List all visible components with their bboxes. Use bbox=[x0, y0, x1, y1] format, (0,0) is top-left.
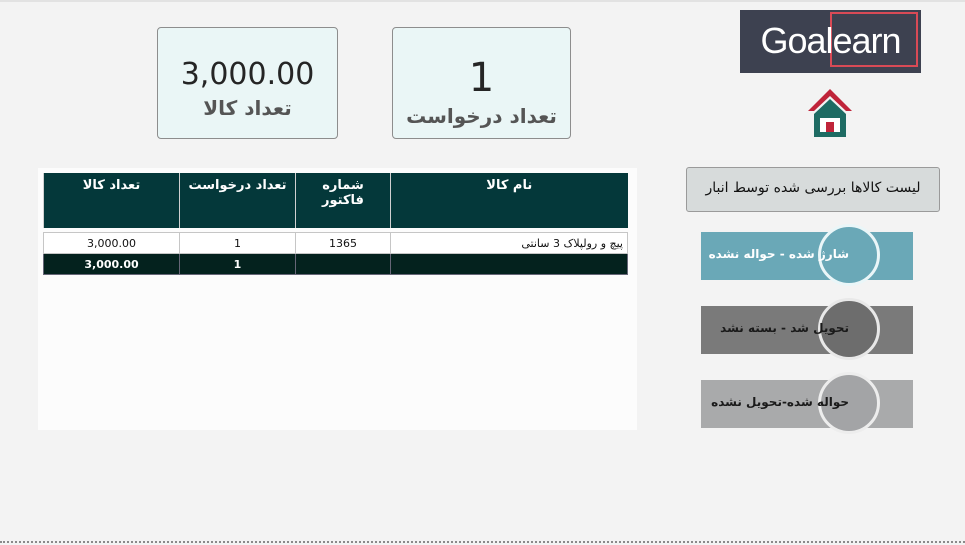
panel-title: لیست کالاها بررسی شده توسط انبار bbox=[686, 167, 940, 212]
status-label: تحویل شد - بسته نشد bbox=[720, 321, 849, 335]
total-request-count: 1 bbox=[179, 253, 296, 275]
kpi-total-quantity-value: 3,000.00 bbox=[180, 57, 315, 92]
cell-quantity: 3,000.00 bbox=[43, 232, 180, 254]
items-table-card: نام کالا شماره فاکتور تعداد درخواست تعدا… bbox=[38, 168, 637, 430]
col-header-quantity[interactable]: تعداد کالا bbox=[43, 173, 180, 228]
table-header-row: نام کالا شماره فاکتور تعداد درخواست تعدا… bbox=[43, 173, 628, 228]
cell-item-name: پیچ و رولپلاک 3 سانتی bbox=[390, 232, 628, 254]
goalearn-logo: Goalearn bbox=[740, 10, 921, 73]
status-label: شارژ شده - حواله نشده bbox=[708, 247, 849, 261]
table-row[interactable]: پیچ و رولپلاک 3 سانتی 1365 1 3,000.00 bbox=[43, 232, 628, 254]
kpi-request-count-value: 1 bbox=[468, 55, 495, 101]
status-button-transferred-not-delivered[interactable]: حواله شده-تحویل نشده bbox=[701, 372, 913, 434]
kpi-total-quantity-label: تعداد کالا bbox=[203, 96, 292, 120]
total-quantity: 3,000.00 bbox=[43, 253, 180, 275]
col-header-request-count[interactable]: تعداد درخواست bbox=[179, 173, 296, 228]
home-icon[interactable] bbox=[806, 87, 854, 139]
bottom-border bbox=[0, 541, 965, 543]
status-button-delivered-not-closed[interactable]: تحویل شد - بسته نشد bbox=[701, 298, 913, 360]
logo-text: Goalearn bbox=[760, 20, 901, 61]
kpi-card-total-quantity: 3,000.00 تعداد کالا bbox=[157, 27, 338, 139]
total-cell-empty bbox=[295, 253, 391, 275]
kpi-card-request-count: 1 تعداد درخواست bbox=[392, 27, 571, 139]
cell-request-count: 1 bbox=[179, 232, 296, 254]
items-table: نام کالا شماره فاکتور تعداد درخواست تعدا… bbox=[43, 173, 628, 275]
col-header-item-name[interactable]: نام کالا bbox=[390, 173, 628, 228]
status-label: حواله شده-تحویل نشده bbox=[711, 395, 849, 409]
kpi-request-count-label: تعداد درخواست bbox=[406, 104, 557, 128]
total-cell-empty bbox=[390, 253, 628, 275]
status-button-charged-not-transferred[interactable]: شارژ شده - حواله نشده bbox=[701, 224, 913, 286]
col-header-invoice-no[interactable]: شماره فاکتور bbox=[295, 173, 391, 228]
top-border bbox=[0, 0, 965, 2]
cell-invoice-no: 1365 bbox=[295, 232, 391, 254]
table-total-row: 1 3,000.00 bbox=[43, 253, 628, 275]
